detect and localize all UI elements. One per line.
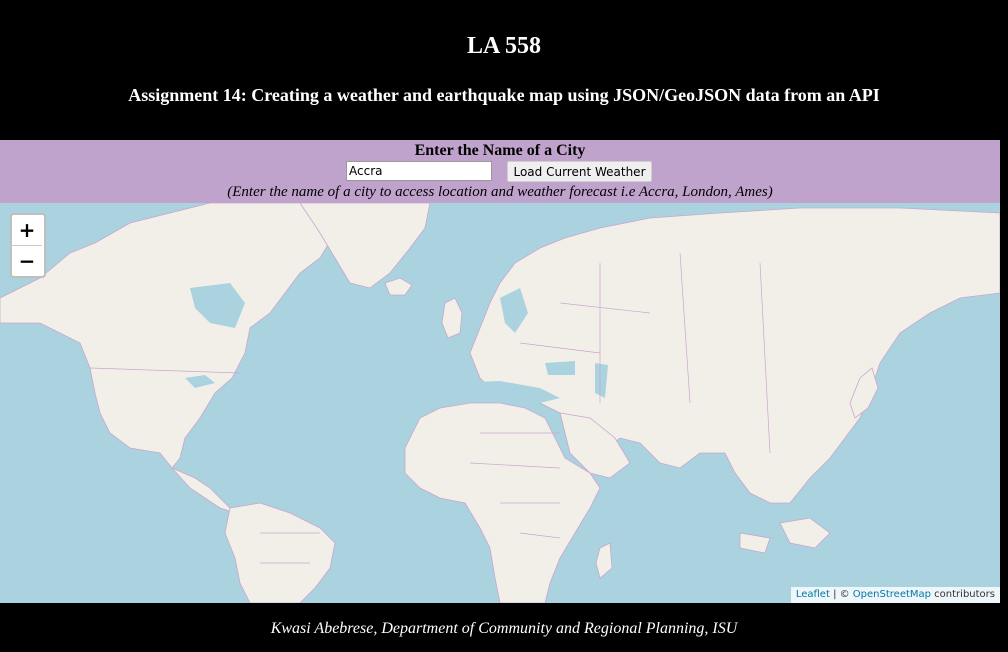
city-search-panel: Enter the Name of a City Load Current We… xyxy=(0,140,1000,203)
page-border xyxy=(1000,135,1008,605)
south-america-land xyxy=(224,502,336,603)
sea-islands-land xyxy=(779,517,831,549)
central-america-land xyxy=(171,467,236,514)
north-america-land xyxy=(0,203,336,469)
page-header: LA 558 Assignment 14: Creating a weather… xyxy=(0,0,1008,140)
assignment-title: Assignment 14: Creating a weather and ea… xyxy=(128,85,880,105)
city-label: Enter the Name of a City xyxy=(414,142,586,159)
zoom-out-button[interactable]: − xyxy=(12,246,42,276)
zoom-control: + − xyxy=(10,213,46,278)
course-title: LA 558 xyxy=(466,33,541,59)
madagascar-land xyxy=(595,542,613,579)
uk-land xyxy=(441,297,463,339)
black-sea xyxy=(545,361,575,375)
indonesia-land xyxy=(739,532,771,554)
city-hint: (Enter the name of a city to access loca… xyxy=(227,184,773,200)
map-attribution: Leaflet | © OpenStreetMap contributors xyxy=(790,587,1000,603)
attribution-suffix: contributors xyxy=(931,589,995,600)
footer-credit: Kwasi Abebrese, Department of Community … xyxy=(270,620,738,637)
world-map-tiles[interactable] xyxy=(0,203,1000,603)
openstreetmap-link[interactable]: OpenStreetMap xyxy=(853,589,931,600)
page-footer: Kwasi Abebrese, Department of Community … xyxy=(0,605,1008,652)
map-view[interactable]: + − Leaflet | © OpenStreetMap contributo… xyxy=(0,203,1000,603)
attribution-separator: | © xyxy=(829,589,853,600)
zoom-in-button[interactable]: + xyxy=(12,215,42,246)
city-input[interactable] xyxy=(346,161,492,181)
leaflet-link[interactable]: Leaflet xyxy=(796,589,830,600)
iceland-land xyxy=(384,277,413,296)
load-weather-button[interactable]: Load Current Weather xyxy=(507,161,652,182)
